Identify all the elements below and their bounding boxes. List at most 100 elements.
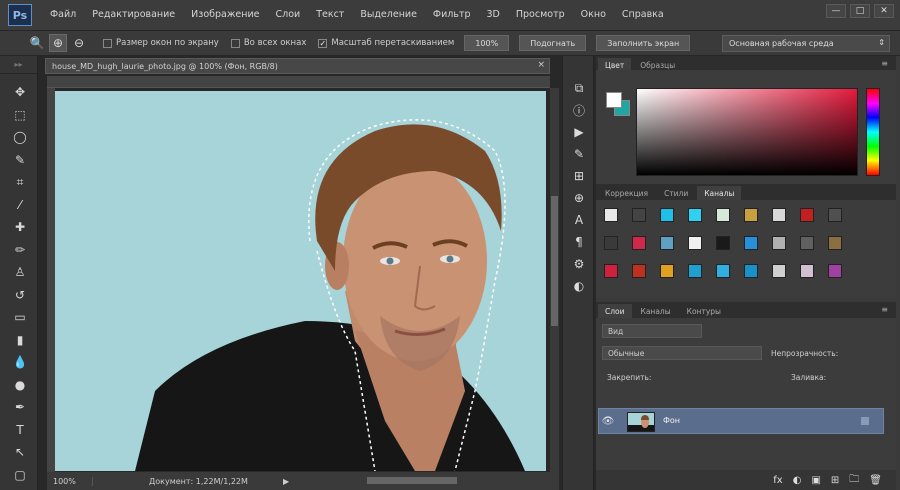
- close-tab-icon[interactable]: ×: [537, 60, 545, 70]
- style-preset-swatch[interactable]: [828, 264, 842, 278]
- menu-item[interactable]: 3D: [479, 0, 508, 30]
- eraser-tool-icon[interactable]: ▭: [10, 307, 30, 327]
- zoom-out-icon[interactable]: ⊖: [70, 34, 88, 52]
- style-preset-swatch[interactable]: [828, 236, 842, 250]
- style-preset-swatch[interactable]: [772, 208, 786, 222]
- layer-row-background[interactable]: 👁 Фон: [598, 408, 884, 434]
- tab-paths[interactable]: Контуры: [680, 304, 728, 318]
- style-preset-swatch[interactable]: [660, 208, 674, 222]
- tab-adjustments[interactable]: Коррекция: [598, 186, 655, 200]
- color-spectrum-field[interactable]: [636, 88, 858, 176]
- blend-mode-select[interactable]: Обычные: [602, 346, 762, 360]
- move-tool-icon[interactable]: ✥: [10, 82, 30, 102]
- style-preset-swatch[interactable]: [632, 208, 646, 222]
- menu-item[interactable]: Изображение: [183, 0, 267, 30]
- panel-menu-icon[interactable]: ≡: [881, 59, 888, 68]
- info-panel-icon[interactable]: ⓘ: [569, 100, 589, 120]
- actions-panel-icon[interactable]: ▶: [569, 122, 589, 142]
- crop-tool-icon[interactable]: ⌗: [10, 172, 30, 192]
- style-preset-swatch[interactable]: [660, 236, 674, 250]
- adjustment-layer-icon[interactable]: ▣: [811, 475, 820, 486]
- status-menu-icon[interactable]: ▶: [283, 477, 289, 486]
- opacity-control[interactable]: Непрозрачность:: [766, 346, 882, 360]
- foreground-color-swatch[interactable]: [606, 92, 622, 108]
- style-preset-swatch[interactable]: [604, 236, 618, 250]
- style-preset-swatch[interactable]: [688, 236, 702, 250]
- style-preset-swatch[interactable]: [800, 264, 814, 278]
- resize-windows-checkbox[interactable]: Размер окон по экрану: [103, 38, 219, 48]
- style-preset-swatch[interactable]: [716, 208, 730, 222]
- zoom-in-icon[interactable]: ⊕: [49, 34, 67, 52]
- tab-styles[interactable]: Стили: [657, 186, 695, 200]
- eye-icon[interactable]: 👁: [599, 416, 617, 427]
- tab-channels[interactable]: Каналы: [697, 186, 742, 200]
- panel-grip-icon[interactable]: ▸▸: [0, 56, 37, 74]
- lock-controls[interactable]: Закрепить:: [602, 370, 722, 384]
- dodge-tool-icon[interactable]: ●: [10, 375, 30, 395]
- document-tab[interactable]: house_MD_hugh_laurie_photo.jpg @ 100% (Ф…: [45, 58, 550, 74]
- lasso-tool-icon[interactable]: ◯: [10, 127, 30, 147]
- brush-panel-icon[interactable]: ✎: [569, 144, 589, 164]
- vertical-scrollbar[interactable]: [550, 88, 559, 472]
- hue-slider[interactable]: [866, 88, 880, 176]
- menu-item[interactable]: Справка: [614, 0, 672, 30]
- scrollbar-thumb[interactable]: [551, 196, 558, 326]
- menu-item[interactable]: Текст: [308, 0, 352, 30]
- menu-item[interactable]: Фильтр: [425, 0, 479, 30]
- style-preset-swatch[interactable]: [688, 208, 702, 222]
- menu-item[interactable]: Файл: [42, 0, 84, 30]
- fill-screen-button[interactable]: Заполнить экран: [596, 35, 691, 51]
- zoom-level[interactable]: 100%: [47, 476, 93, 486]
- fill-control[interactable]: Заливка:: [786, 370, 882, 384]
- brush-tool-icon[interactable]: ✏: [10, 240, 30, 260]
- healing-brush-tool-icon[interactable]: ✚: [10, 217, 30, 237]
- style-preset-swatch[interactable]: [744, 264, 758, 278]
- style-preset-swatch[interactable]: [660, 264, 674, 278]
- new-layer-icon[interactable]: 🗀: [849, 472, 859, 489]
- style-preset-swatch[interactable]: [604, 264, 618, 278]
- style-preset-swatch[interactable]: [800, 208, 814, 222]
- menu-item[interactable]: Редактирование: [84, 0, 183, 30]
- add-style-icon[interactable]: fx: [773, 475, 782, 486]
- quick-select-tool-icon[interactable]: ✎: [10, 150, 30, 170]
- menu-item[interactable]: Окно: [573, 0, 614, 30]
- eyedropper-tool-icon[interactable]: ⁄: [10, 195, 30, 215]
- adjustments-icon[interactable]: ◐: [569, 276, 589, 296]
- fit-screen-button[interactable]: Подогнать: [519, 35, 587, 51]
- horizontal-scrollbar-thumb[interactable]: [367, 477, 457, 484]
- shape-tool-icon[interactable]: ▢: [10, 465, 30, 485]
- style-preset-swatch[interactable]: [828, 208, 842, 222]
- scrubby-zoom-checkbox[interactable]: ✓ Масштаб перетаскиванием: [318, 38, 454, 48]
- style-preset-swatch[interactable]: [632, 264, 646, 278]
- marquee-tool-icon[interactable]: ⬚: [10, 105, 30, 125]
- delete-layer-icon[interactable]: 🗑: [869, 475, 882, 486]
- clone-source-icon[interactable]: ⊕: [569, 188, 589, 208]
- all-windows-checkbox[interactable]: Во всех окнах: [230, 38, 306, 48]
- brush-presets-icon[interactable]: ⊞: [569, 166, 589, 186]
- style-preset-swatch[interactable]: [744, 208, 758, 222]
- type-tool-icon[interactable]: T: [10, 420, 30, 440]
- style-preset-swatch[interactable]: [688, 264, 702, 278]
- panel-menu-icon[interactable]: ≡: [881, 305, 888, 314]
- zoom-tool-icon[interactable]: 🔍: [28, 34, 46, 52]
- style-preset-swatch[interactable]: [632, 236, 646, 250]
- stamp-tool-icon[interactable]: ♙: [10, 262, 30, 282]
- style-preset-swatch[interactable]: [744, 236, 758, 250]
- character-panel-icon[interactable]: A: [569, 210, 589, 230]
- maximize-button[interactable]: □: [850, 4, 870, 18]
- blur-tool-icon[interactable]: 💧: [10, 352, 30, 372]
- history-brush-tool-icon[interactable]: ↺: [10, 285, 30, 305]
- workspace-select[interactable]: Основная рабочая среда ⇕: [722, 35, 890, 52]
- style-preset-swatch[interactable]: [716, 264, 730, 278]
- tab-layers[interactable]: Слои: [598, 304, 632, 318]
- image-canvas[interactable]: [55, 91, 546, 471]
- close-button[interactable]: ✕: [874, 4, 894, 18]
- layer-kind-filter[interactable]: Вид: [602, 324, 702, 338]
- minimize-button[interactable]: —: [826, 4, 846, 18]
- menu-item[interactable]: Слои: [267, 0, 308, 30]
- menu-item[interactable]: Выделение: [352, 0, 425, 30]
- style-preset-swatch[interactable]: [716, 236, 730, 250]
- gradient-tool-icon[interactable]: ▮: [10, 330, 30, 350]
- tool-presets-icon[interactable]: ⚙: [569, 254, 589, 274]
- style-preset-swatch[interactable]: [604, 208, 618, 222]
